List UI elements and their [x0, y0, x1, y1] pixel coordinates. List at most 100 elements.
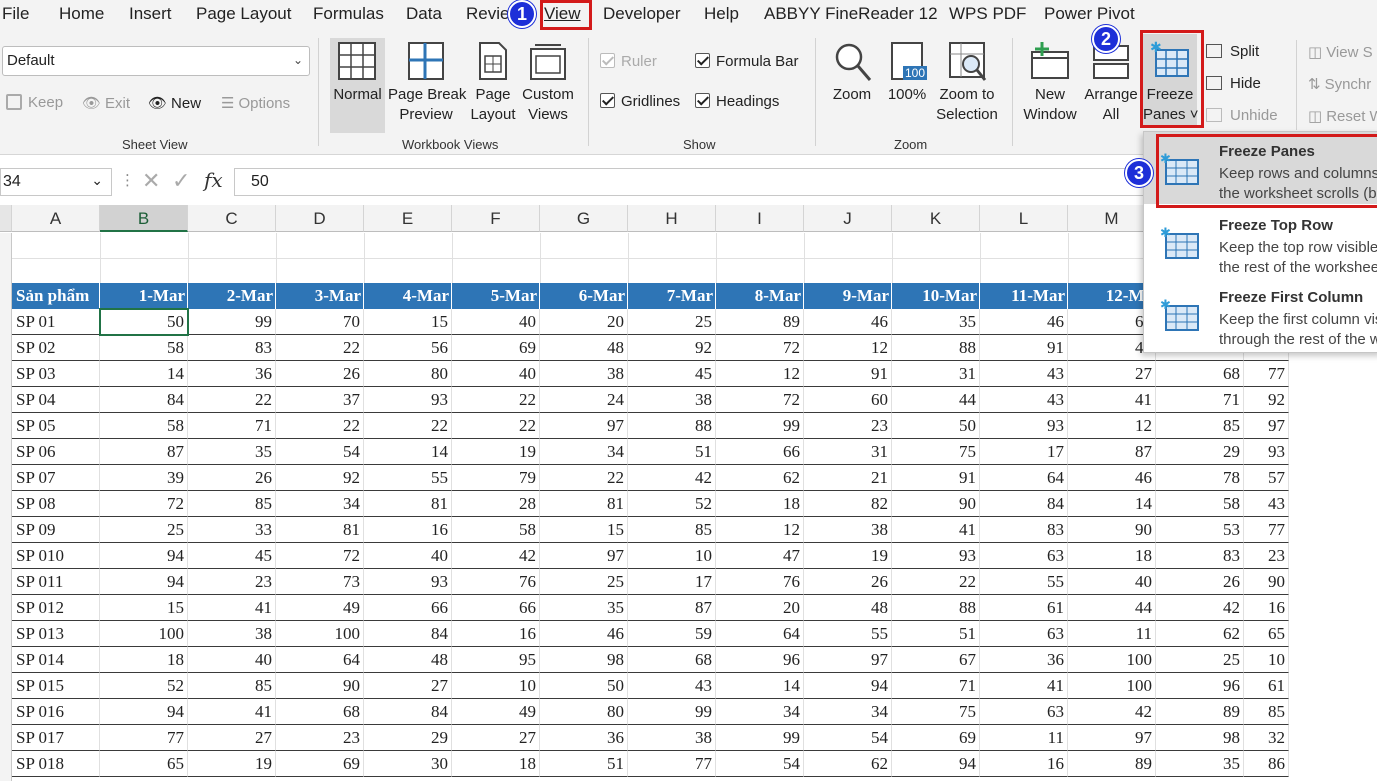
table-cell[interactable]: 84	[100, 387, 188, 413]
table-cell[interactable]: 91	[804, 361, 892, 387]
page-break-preview-button[interactable]: Page Break Preview	[388, 38, 466, 133]
table-cell[interactable]: 54	[276, 439, 364, 465]
table-cell[interactable]: 93	[892, 543, 980, 569]
table-cell[interactable]: 100	[100, 621, 188, 647]
table-cell[interactable]: 54	[716, 751, 804, 777]
table-cell[interactable]: 18	[452, 751, 540, 777]
table-cell[interactable]: 42	[628, 465, 716, 491]
table-cell[interactable]: 40	[452, 309, 540, 335]
table-cell[interactable]: 88	[892, 335, 980, 361]
tab-formulas[interactable]: Formulas	[313, 4, 384, 24]
table-cell[interactable]: 70	[276, 309, 364, 335]
table-cell[interactable]: 69	[892, 725, 980, 751]
table-cell[interactable]: 94	[100, 569, 188, 595]
table-cell[interactable]: 44	[1068, 595, 1156, 621]
table-cell[interactable]: 29	[364, 725, 452, 751]
table-cell[interactable]: 97	[1244, 413, 1289, 439]
table-cell[interactable]: 89	[1156, 699, 1244, 725]
table-cell[interactable]: 100	[1068, 673, 1156, 699]
table-cell[interactable]: 46	[540, 621, 628, 647]
name-box[interactable]: 34 ⌄	[0, 168, 112, 196]
table-cell[interactable]: 85	[1244, 699, 1289, 725]
table-cell[interactable]: 80	[364, 361, 452, 387]
table-cell[interactable]: 23	[188, 569, 276, 595]
row-label-cell[interactable]: SP 08	[12, 491, 100, 517]
table-cell[interactable]: 35	[892, 309, 980, 335]
table-cell[interactable]: 18	[1068, 543, 1156, 569]
table-cell[interactable]: 98	[540, 647, 628, 673]
tab-home[interactable]: Home	[59, 4, 104, 24]
table-cell[interactable]: 72	[716, 387, 804, 413]
table-cell[interactable]: 68	[1156, 361, 1244, 387]
row-label-cell[interactable]: SP 04	[12, 387, 100, 413]
synchronous-scrolling-button[interactable]: ⇅ Synchr	[1308, 75, 1371, 93]
table-cell[interactable]: 56	[364, 335, 452, 361]
row-label-cell[interactable]: SP 018	[12, 751, 100, 777]
table-cell[interactable]: 76	[452, 569, 540, 595]
table-cell[interactable]: 22	[892, 569, 980, 595]
table-cell[interactable]: 12	[1068, 413, 1156, 439]
table-cell[interactable]: 58	[452, 517, 540, 543]
normal-view-button[interactable]: Normal	[330, 38, 385, 133]
table-cell[interactable]: 64	[980, 465, 1068, 491]
column-header-g[interactable]: G	[540, 205, 628, 232]
table-cell[interactable]: 49	[452, 699, 540, 725]
column-header-k[interactable]: K	[892, 205, 980, 232]
table-cell[interactable]: 97	[804, 647, 892, 673]
tab-help[interactable]: Help	[704, 4, 739, 24]
column-header-d[interactable]: D	[276, 205, 364, 232]
table-cell[interactable]: 69	[276, 751, 364, 777]
table-cell[interactable]: 38	[188, 621, 276, 647]
table-header-cell[interactable]: Sản phẩm	[12, 283, 100, 309]
table-cell[interactable]: 22	[364, 413, 452, 439]
table-header-cell[interactable]: 7-Mar	[628, 283, 716, 309]
table-cell[interactable]: 41	[188, 699, 276, 725]
table-cell[interactable]: 24	[540, 387, 628, 413]
table-cell[interactable]: 62	[804, 751, 892, 777]
table-cell[interactable]: 97	[1068, 725, 1156, 751]
table-cell[interactable]: 31	[892, 361, 980, 387]
table-cell[interactable]: 43	[628, 673, 716, 699]
table-cell[interactable]: 35	[540, 595, 628, 621]
table-cell[interactable]: 81	[364, 491, 452, 517]
table-cell[interactable]: 97	[540, 543, 628, 569]
row-label-cell[interactable]: SP 01	[12, 309, 100, 335]
table-header-cell[interactable]: 2-Mar	[188, 283, 276, 309]
table-cell[interactable]: 94	[100, 699, 188, 725]
table-cell[interactable]: 53	[1156, 517, 1244, 543]
table-cell[interactable]: 17	[628, 569, 716, 595]
table-cell[interactable]: 38	[628, 725, 716, 751]
table-cell[interactable]: 15	[540, 517, 628, 543]
table-cell[interactable]: 36	[540, 725, 628, 751]
table-cell[interactable]: 25	[100, 517, 188, 543]
table-cell[interactable]: 85	[188, 673, 276, 699]
table-cell[interactable]: 50	[892, 413, 980, 439]
table-cell[interactable]: 97	[540, 413, 628, 439]
table-cell[interactable]: 42	[1156, 595, 1244, 621]
table-cell[interactable]: 62	[716, 465, 804, 491]
table-cell[interactable]: 93	[364, 387, 452, 413]
table-cell[interactable]: 42	[1068, 699, 1156, 725]
gridlines-checkbox[interactable]: Gridlines	[600, 93, 680, 110]
table-cell[interactable]: 21	[804, 465, 892, 491]
exit-button[interactable]: 👁 Exit	[82, 94, 130, 112]
enter-icon[interactable]: ✓	[172, 168, 190, 194]
table-cell[interactable]: 43	[980, 387, 1068, 413]
insert-function-icon[interactable]: fx	[204, 168, 223, 192]
table-cell[interactable]: 91	[980, 335, 1068, 361]
tab-review[interactable]: Revie	[466, 4, 509, 24]
tab-file[interactable]: File	[2, 4, 29, 24]
table-header-cell[interactable]: 3-Mar	[276, 283, 364, 309]
table-cell[interactable]: 69	[452, 335, 540, 361]
table-cell[interactable]: 22	[276, 335, 364, 361]
table-cell[interactable]: 25	[540, 569, 628, 595]
table-cell[interactable]: 18	[100, 647, 188, 673]
table-cell[interactable]: 11	[1068, 621, 1156, 647]
table-cell[interactable]: 87	[100, 439, 188, 465]
table-cell[interactable]: 84	[364, 699, 452, 725]
row-label-cell[interactable]: SP 010	[12, 543, 100, 569]
table-cell[interactable]: 26	[1156, 569, 1244, 595]
table-cell[interactable]: 63	[980, 699, 1068, 725]
column-header-l[interactable]: L	[980, 205, 1068, 232]
table-cell[interactable]: 41	[980, 673, 1068, 699]
